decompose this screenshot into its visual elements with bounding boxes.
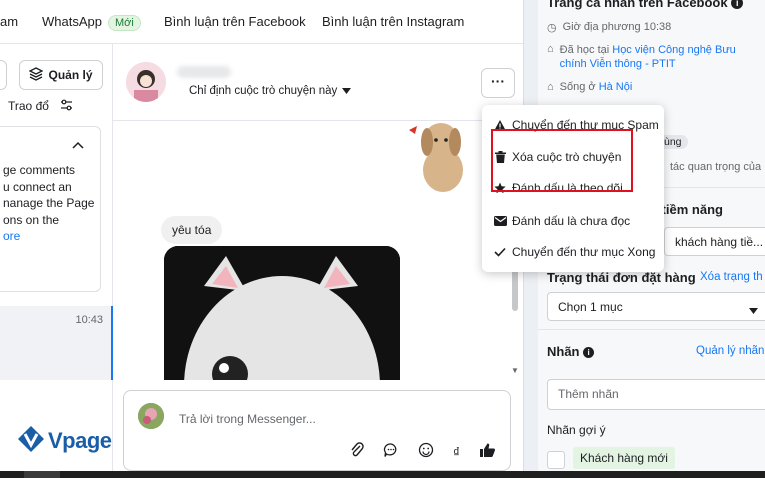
vpage-logo-icon [16, 424, 46, 457]
contact-avatar [126, 62, 166, 102]
add-label-input[interactable]: Thêm nhãn [547, 379, 765, 410]
emoji-icon[interactable] [418, 442, 434, 461]
exchange-filter[interactable]: Trao đổ [8, 99, 49, 113]
info-card: ge comments u connect an nanage the Page… [0, 126, 101, 292]
check-icon [492, 247, 508, 257]
menu-item-label: Chuyển đến thư mục Xong [512, 245, 656, 259]
clock-icon: ◷ [547, 22, 557, 34]
attachment-icon[interactable] [350, 442, 364, 461]
vpage-logo-text: Vpage [48, 427, 112, 453]
more-options-button[interactable]: ··· [481, 68, 515, 98]
chat-header: Chỉ định cuộc trò chuyện này ··· [113, 44, 522, 121]
menu-item-move-to-done[interactable]: Chuyển đến thư mục Xong [482, 237, 664, 267]
tab-instagram-comments[interactable]: Bình luận trên Instagram [322, 14, 464, 29]
graduation-icon: ⌂ [547, 43, 554, 55]
search-input[interactable] [0, 60, 7, 90]
add-label-placeholder: Thêm nhãn [558, 387, 619, 401]
filter-icon[interactable] [60, 99, 73, 114]
labels-title-text: Nhãn [547, 344, 580, 359]
potential-select[interactable]: khách hàng tiề... [664, 227, 765, 256]
manage-label: Quản lý [48, 68, 93, 82]
home-icon: ⌂ [547, 81, 554, 93]
assign-label: Chỉ định cuộc trò chuyện này [189, 85, 338, 97]
residence-row: ⌂ Sống ở Hà Nội [547, 81, 632, 93]
info-body: ge comments u connect an nanage the Page… [3, 163, 95, 227]
top-tabs: am WhatsApp Mới Bình luận trên Facebook B… [0, 0, 523, 44]
menu-item-label: Đánh dấu là chưa đọc [512, 214, 631, 228]
thumbs-up-icon[interactable] [479, 442, 496, 461]
message-image[interactable] [164, 246, 400, 380]
divider [538, 329, 765, 330]
scroll-down-icon[interactable]: ▼ [511, 366, 519, 375]
caret-down-icon [749, 303, 758, 317]
conversation-time: 10:43 [75, 314, 103, 326]
highlight-box [491, 129, 633, 192]
education-text: Đã học tại Học viện Công nghệ Bưu chính … [560, 43, 760, 71]
vpage-logo: Vpage [16, 424, 112, 457]
tab-partial[interactable]: am [0, 14, 18, 29]
education-row: ⌂ Đã học tại Học viện Công nghệ Bưu chín… [547, 43, 760, 71]
tab-whatsapp[interactable]: WhatsApp Mới [42, 14, 141, 31]
residence-text: Sống ở Hà Nội [560, 81, 633, 93]
info-text: ge comments u connect an nanage the Page… [3, 162, 99, 245]
mail-icon [492, 216, 508, 226]
order-status-label: Trạng thái đơn đặt hàng [547, 270, 696, 285]
contact-name-blurred [177, 66, 231, 78]
clear-order-status-link[interactable]: Xóa trạng th [700, 271, 763, 283]
page-avatar [138, 403, 164, 429]
labels-title: Nhãn i [547, 344, 595, 359]
chat-panel: Chỉ định cuộc trò chuyện này ··· yêu tóa [113, 44, 522, 471]
manage-labels-link[interactable]: Quản lý nhãn [696, 345, 764, 357]
info-icon[interactable]: i [731, 0, 744, 9]
reply-box: Trả lời trong Messenger... ₫ [123, 390, 511, 471]
info-icon[interactable]: i [583, 347, 595, 358]
residence-prefix: Sống ở [559, 81, 596, 93]
currency-icon[interactable]: ₫ [453, 444, 460, 460]
reply-input[interactable]: Trả lời trong Messenger... [179, 412, 316, 426]
order-status-value: Chọn 1 mục [558, 300, 623, 314]
tab-whatsapp-label: WhatsApp [42, 14, 102, 29]
saved-reply-icon[interactable] [383, 442, 399, 461]
order-status-select[interactable]: Chọn 1 mục [547, 292, 765, 321]
profile-title-text: Trang cá nhân trên Facebook [547, 0, 728, 10]
local-time: Giờ địa phương 10:38 [562, 21, 672, 33]
suggested-label-chip[interactable]: Khách hàng mới [573, 447, 675, 469]
profile-title: Trang cá nhân trên Facebook i [547, 0, 744, 10]
chevron-up-icon[interactable] [72, 138, 84, 152]
education-prefix: Đã học tại [559, 44, 610, 56]
menu-item-mark-unread[interactable]: Đánh dấu là chưa đọc [482, 206, 664, 236]
suggested-labels-title: Nhãn gợi ý [547, 423, 606, 437]
caret-down-icon [342, 85, 352, 97]
suggested-label-checkbox[interactable] [547, 451, 565, 469]
assign-conversation-dropdown[interactable]: Chỉ định cuộc trò chuyện này [189, 85, 352, 97]
notice-text: tác quan trọng của [670, 161, 762, 173]
local-time-row: ◷ Giờ địa phương 10:38 [547, 21, 671, 34]
learn-more-link[interactable]: ore [3, 229, 20, 243]
conversation-list-panel: Quản lý Trao đổ ge comments u connect an… [0, 44, 113, 471]
incoming-message: yêu tóa [161, 216, 223, 244]
os-taskbar [0, 471, 765, 478]
manage-button[interactable]: Quản lý [19, 60, 103, 90]
taskbar-button[interactable] [24, 471, 60, 478]
conversation-row[interactable]: 10:43 [0, 306, 113, 380]
dog-sticker [397, 118, 477, 201]
layers-icon [29, 66, 44, 84]
tab-facebook-comments[interactable]: Bình luận trên Facebook [164, 14, 306, 29]
residence-link[interactable]: Hà Nội [599, 81, 633, 93]
new-badge: Mới [107, 15, 141, 31]
reply-toolbar: ₫ [350, 442, 496, 461]
